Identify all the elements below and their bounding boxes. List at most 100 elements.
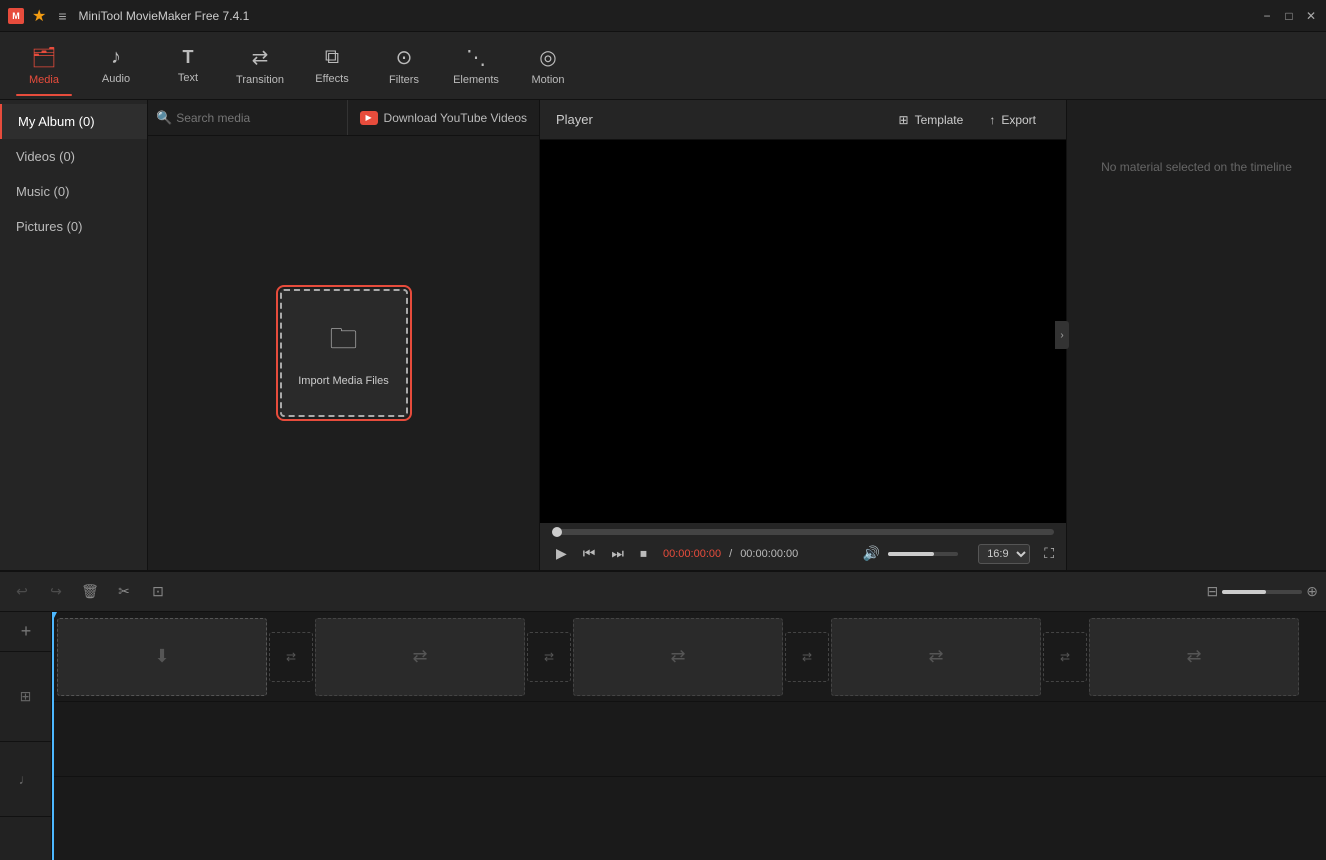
controls-row: ▶ ⏮ ⏭ ⏹ 00:00:00:00 / 00:00:00:00 🔊 16:9… (552, 543, 1054, 564)
transition-slot-4[interactable]: ⇄ (1043, 632, 1087, 682)
transition-slot-1[interactable]: ⇄ (269, 632, 313, 682)
menu-icon[interactable]: ≡ (58, 8, 66, 24)
nav-effects[interactable]: ⧉ Effects (296, 36, 368, 96)
no-material-text: No material selected on the timeline (1085, 160, 1308, 174)
audio-icon: ♪ (111, 46, 121, 69)
undo-icon: ↩ (16, 583, 28, 600)
zoom-in-icon[interactable]: ⊕ (1306, 583, 1318, 600)
volume-slider[interactable] (888, 552, 958, 556)
split-button[interactable]: ✂ (110, 578, 138, 606)
progress-bar[interactable] (552, 529, 1054, 535)
time-separator: / (729, 548, 732, 560)
video-clip-slot-2[interactable]: ⇄ (315, 618, 525, 696)
template-button[interactable]: ⊞ Template (887, 109, 976, 131)
youtube-download-button[interactable]: Download YouTube Videos (348, 100, 539, 135)
player-video (540, 140, 1066, 523)
redo-icon: ↪ (50, 583, 62, 600)
content-area: My Album (0) Videos (0) Music (0) Pictur… (0, 100, 1326, 570)
transition-icon-4: ⇄ (670, 646, 685, 667)
audio-track-row (52, 702, 1326, 777)
transition-slot-3[interactable]: ⇄ (785, 632, 829, 682)
nav-motion[interactable]: ◎ Motion (512, 36, 584, 96)
next-frame-button[interactable]: ⏭ (607, 543, 628, 564)
add-track-button[interactable]: + (0, 612, 52, 652)
fullscreen-button[interactable]: ⛶ (1044, 545, 1054, 562)
nav-audio[interactable]: ♪ Audio (80, 36, 152, 96)
current-time: 00:00:00:00 (663, 548, 721, 560)
playhead[interactable] (52, 612, 54, 860)
nav-media[interactable]: 🗂 Media (8, 36, 80, 96)
audio-track-icon: ♩ (19, 771, 33, 787)
redo-button[interactable]: ↪ (42, 578, 70, 606)
play-button[interactable]: ▶ (552, 543, 571, 564)
transition-icon-5: ⇄ (802, 650, 812, 664)
zoom-slider[interactable] (1222, 590, 1302, 594)
app-icon: M (8, 8, 24, 24)
total-time: 00:00:00:00 (740, 548, 798, 560)
export-icon: ↑ (989, 113, 995, 127)
crop-button[interactable]: ⊡ (144, 578, 172, 606)
template-icon: ⊞ (899, 113, 909, 127)
folder-icon: 🗀 (329, 318, 357, 366)
panel-collapse-button[interactable]: › (1055, 321, 1069, 349)
transition-slot-2[interactable]: ⇄ (527, 632, 571, 682)
elements-icon: ⋱ (466, 45, 486, 70)
nav-filters[interactable]: ⊙ Filters (368, 36, 440, 96)
media-toolbar: 🔍 Download YouTube Videos (148, 100, 539, 136)
search-area[interactable]: 🔍 (148, 100, 348, 135)
template-label: Template (915, 113, 964, 127)
youtube-label: Download YouTube Videos (384, 111, 527, 125)
sidebar-item-music[interactable]: Music (0) (0, 174, 147, 209)
nav-text[interactable]: T Text (152, 36, 224, 96)
video-track-row: ⬇ ⇄ ⇄ ⇄ ⇄ (52, 612, 1326, 702)
timeline-section: ↩ ↪ 🗑 ✂ ⊡ ⊟ ⊕ + ⊞ (0, 570, 1326, 860)
nav-effects-label: Effects (315, 73, 348, 85)
nav-transition[interactable]: ⇄ Transition (224, 36, 296, 96)
stop-button[interactable]: ⏹ (636, 543, 651, 564)
track-labels: + ⊞ ♩ (0, 612, 52, 860)
player-title: Player (556, 112, 887, 127)
sidebar-item-videos[interactable]: Videos (0) (0, 139, 147, 174)
timeline-toolbar: ↩ ↪ 🗑 ✂ ⊡ ⊟ ⊕ (0, 572, 1326, 612)
maximize-button[interactable]: □ (1282, 9, 1296, 23)
video-clip-slot-3[interactable]: ⇄ (573, 618, 783, 696)
transition-icon-6: ⇄ (928, 646, 943, 667)
sidebar-item-myalbum[interactable]: My Album (0) (0, 104, 147, 139)
export-label: Export (1001, 113, 1036, 127)
search-input[interactable] (176, 111, 338, 125)
import-label: Import Media Files (298, 374, 388, 388)
minimize-button[interactable]: − (1260, 9, 1274, 23)
close-button[interactable]: ✕ (1304, 9, 1318, 23)
progress-handle[interactable] (552, 527, 562, 537)
properties-panel: › No material selected on the timeline (1066, 100, 1326, 570)
video-clip-slot-4[interactable]: ⇄ (831, 618, 1041, 696)
transition-icon-8: ⇄ (1186, 646, 1201, 667)
undo-button[interactable]: ↩ (8, 578, 36, 606)
video-clip-slot-1[interactable]: ⬇ (57, 618, 267, 696)
video-track-content: ⬇ ⇄ ⇄ ⇄ ⇄ (52, 612, 1304, 701)
zoom-control: ⊟ ⊕ (1207, 583, 1318, 600)
transition-icon-3: ⇄ (544, 650, 554, 664)
transition-icon: ⇄ (252, 45, 269, 70)
timeline-body: + ⊞ ♩ ⬇ (0, 612, 1326, 860)
prev-frame-button[interactable]: ⏮ (579, 543, 600, 564)
media-content: 🔍 Download YouTube Videos 🗀 Import Media… (148, 100, 539, 570)
volume-icon[interactable]: 🔊 (863, 545, 880, 562)
nav-media-label: Media (29, 74, 59, 86)
delete-button[interactable]: 🗑 (76, 578, 104, 606)
export-button[interactable]: ↑ Export (975, 109, 1050, 131)
volume-fill (888, 552, 934, 556)
media-icon: 🗂 (31, 45, 56, 70)
zoom-out-icon[interactable]: ⊟ (1207, 583, 1219, 600)
aspect-ratio-selector[interactable]: 16:9 9:16 1:1 4:3 (978, 544, 1030, 564)
sidebar-item-pictures[interactable]: Pictures (0) (0, 209, 147, 244)
zoom-fill (1222, 590, 1266, 594)
transition-icon-2: ⇄ (412, 646, 427, 667)
search-icon: 🔍 (156, 110, 172, 126)
crop-icon: ⊡ (152, 583, 164, 600)
import-media-button[interactable]: 🗀 Import Media Files (280, 289, 408, 417)
nav-elements[interactable]: ⋱ Elements (440, 36, 512, 96)
app-title: MiniTool MovieMaker Free 7.4.1 (79, 9, 1252, 23)
video-clip-slot-5[interactable]: ⇄ (1089, 618, 1299, 696)
main-toolbar: 🗂 Media ♪ Audio T Text ⇄ Transition ⧉ Ef… (0, 32, 1326, 100)
